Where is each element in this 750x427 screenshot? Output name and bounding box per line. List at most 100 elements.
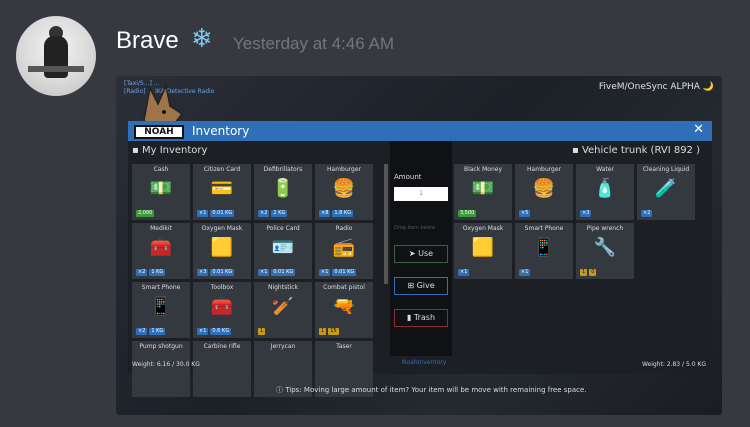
item-badge: ×3 [197,269,209,276]
item-icon: 🧰 [210,296,234,317]
inventory-slot[interactable]: Oxygen Mask 🟨 ×3 0.01 KG [193,223,251,279]
item-badge: 1 [258,328,266,335]
item-icon: 🧴 [593,178,617,199]
item-name: Carbine rifle [203,343,241,350]
item-badges: ×2 1 KG [136,269,166,276]
item-icon: 🔧 [593,237,617,258]
inventory-slot[interactable]: Oxygen Mask 🟨 ×1 [454,223,512,279]
inventory-slot[interactable]: Hamburger 🍔 ×5 [515,164,573,220]
item-badge: 1.8 KG [332,210,354,217]
my-weight: Weight: 6.16 / 30.0 KG [132,361,200,368]
item-name: Smart Phone [141,284,181,291]
item-name: Radio [335,225,353,232]
item-badge: ×2 [258,210,270,217]
trunk-weight: Weight: 2.83 / 5.0 KG [641,361,706,368]
item-badge: 1 [580,269,588,276]
item-badge: 0.6 KG [210,328,232,335]
inventory-slot[interactable]: Carbine rifle [193,341,251,397]
trash-label: Trash [413,313,436,322]
inventory-slot[interactable]: Citizen Card 💳 ×1 0.01 KG [193,164,251,220]
item-badge: ×1 [197,328,209,335]
item-badge: 15 [328,328,339,335]
inventory-slot[interactable]: Water 🧴 ×3 [576,164,634,220]
trash-button[interactable]: ▮ Trash [394,309,448,327]
item-badges: ×3 [580,210,592,217]
item-name: Taser [336,343,352,350]
inventory-slot[interactable]: Hamburger 🍔 ×8 1.8 KG [315,164,373,220]
item-name: Nightstick [267,284,299,291]
fivem-label: FiveM/OneSync ALPHA 🌙 [598,82,714,92]
give-label: Give [416,281,435,290]
item-name: Medikit [150,225,172,232]
item-icon: 💳 [210,178,234,199]
drop-hint: Drop item below [394,225,436,231]
item-badge: 2,000 [136,210,155,217]
amount-input[interactable]: 1 [394,187,448,201]
item-badges: ×2 [641,210,653,217]
item-badge: 1 KG [149,269,166,276]
item-badges: 3,500 [458,210,477,217]
item-badge: ×1 [319,269,331,276]
item-name: Police Card [266,225,300,232]
vehicle-trunk-grid: Black Money 💵 3,500 Hamburger 🍔 ×5 Water 🧴 ×3 Cle… [454,164,695,279]
inventory-slot[interactable]: Pump shotgun [132,341,190,397]
item-badge: 3,500 [458,210,477,217]
inventory-slot[interactable]: Smart Phone 📱 ×2 1 KG [132,282,190,338]
inventory-slot[interactable]: Black Money 💵 3,500 [454,164,512,220]
item-badges: 1 15 [319,328,339,335]
inventory-slot[interactable]: Nightstick 🏏 1 [254,282,312,338]
item-icon: 💵 [149,178,173,199]
item-name: Jerrycan [270,343,296,350]
attachment-screenshot[interactable]: [Taxi/S...] ... [Radio] ... IKA Detectiv… [116,76,722,415]
inventory-slot[interactable]: Toolbox 🧰 ×1 0.6 KG [193,282,251,338]
use-button[interactable]: ➤ Use [394,245,448,263]
inventory-slot[interactable]: Cash 💵 2,000 [132,164,190,220]
item-badges: ×1 0.01 KG [319,269,357,276]
item-icon: 📻 [332,237,356,258]
inventory-slot[interactable]: Combat pistol 🔫 1 15 [315,282,373,338]
item-badges: ×5 [519,210,531,217]
my-inventory-heading: ▪ My Inventory [132,145,207,156]
item-name: Pipe wrench [586,225,624,232]
item-badge: 2 KG [271,210,288,217]
item-name: Cleaning Liquid [642,166,690,173]
user-avatar[interactable] [16,16,96,96]
item-icon: 🧰 [149,237,173,258]
username[interactable]: Brave [116,27,179,55]
item-name: Hamburger [527,166,561,173]
inventory-slot[interactable]: Radio 📻 ×1 0.01 KG [315,223,373,279]
inventory-slot[interactable]: Cleaning Liquid 🧪 ×2 [637,164,695,220]
item-badges: ×1 0.01 KG [197,210,235,217]
use-icon: ➤ [408,249,419,258]
close-icon[interactable]: ✕ [693,122,704,137]
item-icon: 🍔 [332,178,356,199]
info-icon: ⓘ [276,386,286,394]
inventory-slot[interactable]: Pipe wrench 🔧 1 0 [576,223,634,279]
item-icon: 🍔 [532,178,556,199]
inventory-slot[interactable]: Smart Phone 📱 ×1 [515,223,573,279]
noah-logo: NOAH [134,125,184,139]
item-badge: 0.01 KG [332,269,357,276]
car-icon: ▪ [571,145,582,156]
item-name: Defibrillators [263,166,303,173]
inventory-slot[interactable]: Medikit 🧰 ×2 1 KG [132,223,190,279]
item-badges: 2,000 [136,210,155,217]
message-timestamp: Yesterday at 4:46 AM [233,34,394,53]
item-icon: 💵 [471,178,495,199]
item-badge: ×2 [136,328,148,335]
item-name: Black Money [463,166,503,173]
inventory-slot[interactable]: Police Card 🪪 ×1 0.01 KG [254,223,312,279]
item-icon: 📱 [149,296,173,317]
inventory-scrollbar[interactable] [384,164,388,284]
item-icon: 🔫 [332,296,356,317]
inventory-slot[interactable]: Defibrillators 🔋 ×2 2 KG [254,164,312,220]
item-name: Hamburger [327,166,361,173]
item-name: Cash [153,166,169,173]
item-icon: 🧪 [654,178,678,199]
item-badge: ×1 [519,269,531,276]
avatar-bench [28,66,84,72]
item-name: Combat pistol [323,284,365,291]
inventory-title: Inventory [192,124,250,138]
use-label: Use [418,249,434,258]
give-button[interactable]: ⊞ Give [394,277,448,295]
